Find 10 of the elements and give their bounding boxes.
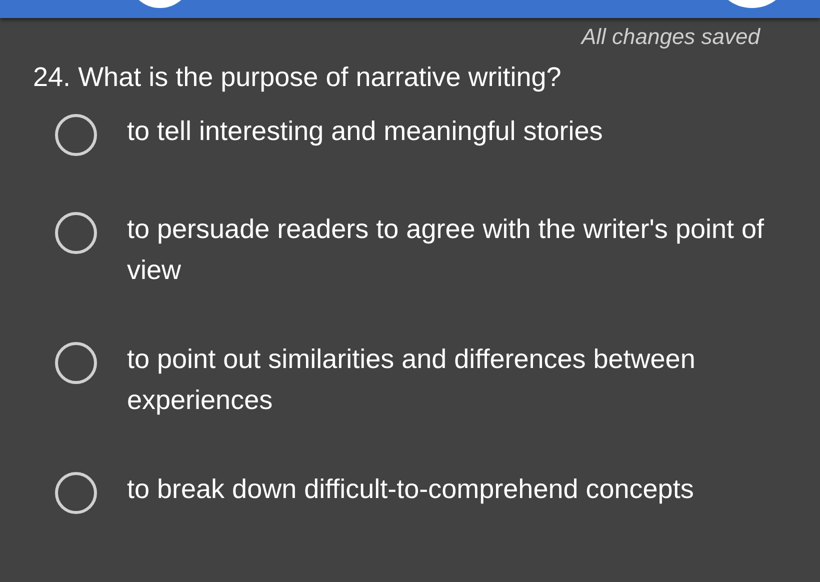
radio-button[interactable] (55, 114, 97, 156)
option-label[interactable]: to persuade readers to agree with the writer's point of view (127, 209, 792, 291)
question-text: 24. What is the purpose of narrative writing? (33, 62, 562, 93)
radio-button[interactable] (55, 472, 97, 514)
option-label[interactable]: to tell interesting and meaningful stories (127, 111, 603, 152)
radio-button[interactable] (55, 212, 97, 254)
option-label[interactable]: to break down difficult-to-comprehend concepts (127, 469, 694, 510)
option-label[interactable]: to point out similarities and differences between experiences (127, 339, 792, 421)
save-status: All changes saved (581, 24, 760, 50)
radio-button[interactable] (55, 342, 97, 384)
